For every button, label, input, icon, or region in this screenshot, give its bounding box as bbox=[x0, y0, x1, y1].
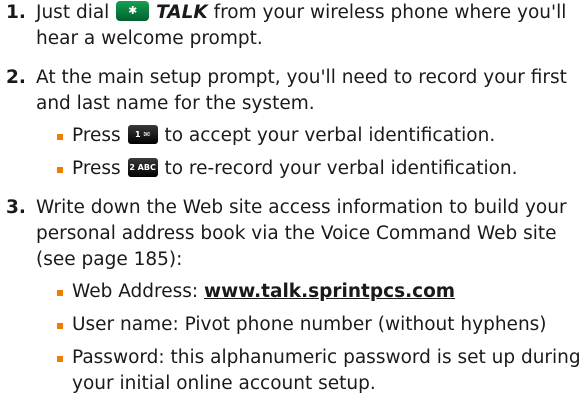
bullet-square-icon bbox=[57, 356, 63, 362]
list-item: User name: Pivot phone number (without h… bbox=[36, 312, 584, 338]
one-key-icon: 1 ✉ bbox=[127, 125, 158, 144]
two-key-icon: 2 ABC bbox=[127, 158, 158, 177]
step-number: 1. bbox=[6, 2, 26, 23]
bullet-list: Web Address: www.talk.sprintpcs.com User… bbox=[36, 279, 584, 397]
list-item: Web Address: www.talk.sprintpcs.com bbox=[36, 279, 584, 305]
list-item: Press 1 ✉ to accept your verbal identifi… bbox=[36, 123, 584, 149]
bullet-square-icon bbox=[57, 134, 63, 140]
step-text: Just dial ✱ TALK from your wireless phon… bbox=[36, 1, 567, 49]
bullet-square-icon bbox=[57, 323, 63, 329]
step-number: 2. bbox=[6, 67, 26, 88]
step-text: At the main setup prompt, you'll need to… bbox=[36, 67, 567, 114]
instructions: 1. Just dial ✱ TALK from your wireless p… bbox=[6, 0, 584, 410]
bullet-square-icon bbox=[57, 167, 63, 173]
manual-page: { "steps": [ { "number": "1.", "text_bef… bbox=[0, 0, 587, 407]
talk-label: TALK bbox=[156, 2, 208, 23]
step-number: 3. bbox=[6, 197, 26, 218]
bullet-square-icon bbox=[57, 290, 63, 296]
step-text: Write down the Web site access informati… bbox=[36, 197, 567, 270]
step-2: 2. At the main setup prompt, you'll need… bbox=[6, 65, 584, 182]
list-item: Password: this alphanumeric password is … bbox=[36, 345, 584, 397]
web-address-link[interactable]: www.talk.sprintpcs.com bbox=[204, 281, 455, 302]
step-1: 1. Just dial ✱ TALK from your wireless p… bbox=[6, 0, 584, 52]
step-3: 3. Write down the Web site access inform… bbox=[6, 195, 584, 397]
star-key-icon: ✱ bbox=[116, 1, 150, 21]
bullet-list: Press 1 ✉ to accept your verbal identifi… bbox=[36, 123, 584, 182]
list-item: Press 2 ABC to re-record your verbal ide… bbox=[36, 156, 584, 182]
